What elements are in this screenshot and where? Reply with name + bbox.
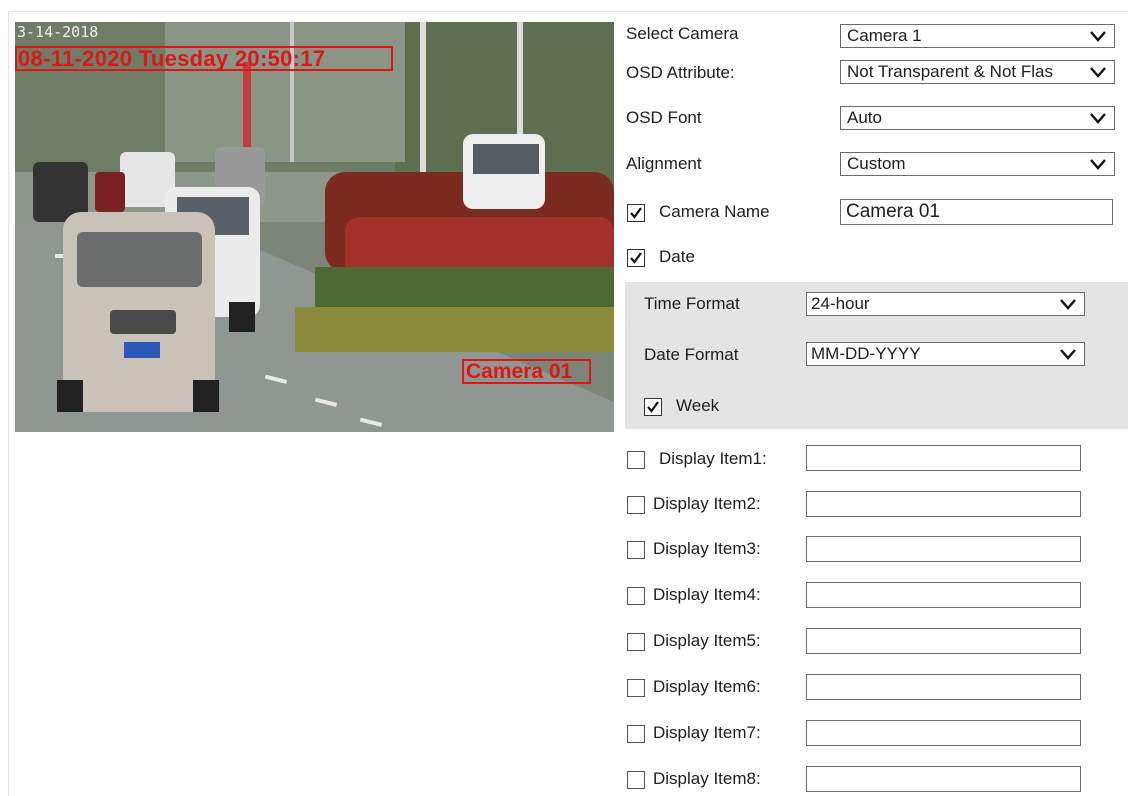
display-item-2-input[interactable] xyxy=(806,491,1081,517)
checkmark-icon xyxy=(630,252,642,264)
display-item-8-label: Display Item8: xyxy=(653,769,761,788)
chevron-down-icon xyxy=(1060,299,1076,310)
select-camera-label: Select Camera xyxy=(626,24,739,43)
display-item-1-checkbox[interactable] xyxy=(627,451,645,469)
display-item-3-input[interactable] xyxy=(806,536,1081,562)
display-item-7-checkbox[interactable] xyxy=(627,725,645,743)
camera-name-checkbox[interactable] xyxy=(627,204,645,222)
alignment-label: Alignment xyxy=(626,154,702,173)
page-left-border xyxy=(8,12,9,796)
chevron-down-icon xyxy=(1090,113,1106,124)
display-item-6-checkbox[interactable] xyxy=(627,679,645,697)
date-format-value: MM-DD-YYYY xyxy=(811,344,921,363)
date-checkbox[interactable] xyxy=(627,249,645,267)
select-camera-dropdown[interactable]: Camera 1 xyxy=(840,24,1115,48)
time-format-value: 24-hour xyxy=(811,294,870,313)
display-item-2-label: Display Item2: xyxy=(653,494,761,513)
display-item-5-label: Display Item5: xyxy=(653,631,761,650)
chevron-down-icon xyxy=(1090,67,1106,78)
camera-name-label: Camera Name xyxy=(659,202,770,221)
display-item-6-input[interactable] xyxy=(806,674,1081,700)
date-format-label: Date Format xyxy=(644,345,739,364)
video-preview[interactable]: 3-14-2018 08-11-2020 Tuesday 20:50:17 Ca… xyxy=(15,22,614,432)
week-label: Week xyxy=(676,396,720,415)
alignment-value: Custom xyxy=(847,154,906,173)
osd-datetime-overlay[interactable]: 08-11-2020 Tuesday 20:50:17 xyxy=(15,46,393,71)
display-item-5-input[interactable] xyxy=(806,628,1081,654)
osd-font-dropdown[interactable]: Auto xyxy=(840,106,1115,130)
osd-attribute-dropdown[interactable]: Not Transparent & Not Flas xyxy=(840,60,1115,84)
time-format-label: Time Format xyxy=(644,294,740,313)
chevron-down-icon xyxy=(1090,159,1106,170)
osd-attribute-label: OSD Attribute: xyxy=(626,63,735,82)
checkmark-icon xyxy=(630,207,642,219)
chevron-down-icon xyxy=(1090,31,1106,42)
date-format-dropdown[interactable]: MM-DD-YYYY xyxy=(806,342,1085,366)
checkmark-icon xyxy=(647,401,659,413)
week-checkbox[interactable] xyxy=(644,398,662,416)
alignment-dropdown[interactable]: Custom xyxy=(840,152,1115,176)
display-item-6-label: Display Item6: xyxy=(653,677,761,696)
chevron-down-icon xyxy=(1060,349,1076,360)
display-item-8-checkbox[interactable] xyxy=(627,771,645,789)
display-item-3-checkbox[interactable] xyxy=(627,541,645,559)
display-item-4-input[interactable] xyxy=(806,582,1081,608)
osd-font-label: OSD Font xyxy=(626,108,702,127)
display-item-4-label: Display Item4: xyxy=(653,585,761,604)
display-item-4-checkbox[interactable] xyxy=(627,587,645,605)
display-item-8-input[interactable] xyxy=(806,766,1081,792)
time-format-dropdown[interactable]: 24-hour xyxy=(806,292,1085,316)
select-camera-value: Camera 1 xyxy=(847,26,922,45)
display-item-3-label: Display Item3: xyxy=(653,539,761,558)
osd-ghost-date: 3-14-2018 xyxy=(17,23,99,41)
display-item-2-checkbox[interactable] xyxy=(627,496,645,514)
osd-font-value: Auto xyxy=(847,108,882,127)
display-item-1-input[interactable] xyxy=(806,445,1081,471)
display-item-7-input[interactable] xyxy=(806,720,1081,746)
display-item-7-label: Display Item7: xyxy=(653,723,761,742)
osd-attribute-value: Not Transparent & Not Flas xyxy=(847,62,1053,81)
camera-name-input[interactable]: Camera 01 xyxy=(840,199,1113,225)
date-label: Date xyxy=(659,247,695,266)
osd-camera-name-overlay[interactable]: Camera 01 xyxy=(462,359,591,384)
page-top-border xyxy=(8,11,1128,12)
display-item-1-label: Display Item1: xyxy=(659,449,767,468)
display-item-5-checkbox[interactable] xyxy=(627,633,645,651)
